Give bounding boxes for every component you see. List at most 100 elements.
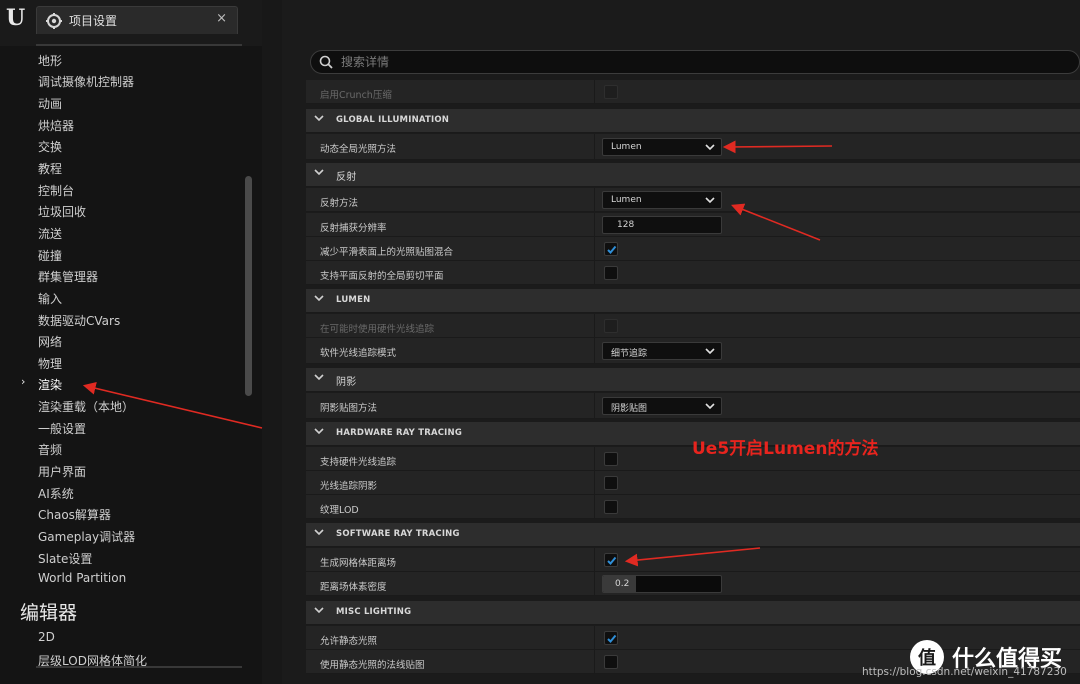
generate-mesh-distance-fields-checkbox[interactable] <box>604 553 618 567</box>
sidebar-divider <box>36 666 242 668</box>
reduce-lightmap-mixing-checkbox[interactable] <box>604 242 618 256</box>
sidebar-item-terrain[interactable]: 地形 <box>38 52 62 72</box>
sidebar-item-input[interactable]: 输入 <box>38 290 62 310</box>
category-title: HARDWARE RAY TRACING <box>336 428 463 438</box>
category-shadows[interactable]: 阴影 <box>306 368 1080 392</box>
dynamic-gi-method-dropdown[interactable]: Lumen <box>602 138 722 156</box>
column-divider <box>594 447 595 470</box>
row-generate-mesh-distance-fields: 生成网格体距离场 <box>306 548 1080 572</box>
sidebar-item-swap[interactable]: 交换 <box>38 138 62 158</box>
sidebar-item-world-partition[interactable]: World Partition <box>38 571 126 591</box>
column-divider <box>594 548 595 571</box>
row-planar-reflection-clip: 支持平面反射的全局剪切平面 <box>306 261 1080 285</box>
column-divider <box>594 471 595 494</box>
tab-title: 项目设置 <box>69 14 118 28</box>
crunch-compression-checkbox[interactable] <box>604 85 618 99</box>
category-global-illumination[interactable]: GLOBAL ILLUMINATION <box>306 109 1080 133</box>
chevron-down-icon <box>705 348 715 355</box>
property-label: 反射方法 <box>320 198 359 209</box>
sidebar-item-tutorial[interactable]: 教程 <box>38 160 62 180</box>
category-software-ray-tracing[interactable]: SOFTWARE RAY TRACING <box>306 523 1080 547</box>
reflection-method-dropdown[interactable]: Lumen <box>602 191 722 209</box>
settings-tab-icon <box>46 12 62 29</box>
dropdown-value: Lumen <box>611 195 642 205</box>
column-divider <box>594 338 595 363</box>
sidebar-item-crowd-manager[interactable]: 群集管理器 <box>38 268 98 288</box>
close-icon[interactable]: × <box>216 11 227 26</box>
property-label: 阴影贴图方法 <box>320 403 378 414</box>
row-ray-traced-shadows: 光线追踪阴影 <box>306 471 1080 495</box>
chevron-down-icon <box>705 144 715 151</box>
distance-field-voxel-density-slider[interactable]: 0.2 <box>602 575 722 593</box>
property-label: 软件光线追踪模式 <box>320 348 397 359</box>
column-divider <box>594 237 595 260</box>
texture-lod-checkbox[interactable] <box>604 500 618 514</box>
checkmark-icon <box>607 634 617 643</box>
row-shadow-map-method: 阴影贴图方法 阴影贴图 <box>306 393 1080 419</box>
details-panel: 启用Crunch压缩 GLOBAL ILLUMINATION 动态全局光照方法 … <box>282 0 1080 684</box>
sidebar-item-hlod[interactable]: 层级LOD网格体简化 <box>38 652 147 672</box>
search-input[interactable] <box>341 55 1041 69</box>
sidebar-item-animation[interactable]: 动画 <box>38 95 62 115</box>
category-title: LUMEN <box>336 295 371 305</box>
sidebar-item-garbage-collection[interactable]: 垃圾回收 <box>38 203 86 223</box>
category-reflection[interactable]: 反射 <box>306 163 1080 187</box>
column-divider <box>594 650 595 673</box>
sidebar-item-data-cvars[interactable]: 数据驱动CVars <box>38 312 120 332</box>
column-divider <box>594 572 595 595</box>
category-title: MISC LIGHTING <box>336 607 412 617</box>
planar-reflection-clip-checkbox[interactable] <box>604 266 618 280</box>
dropdown-value: 细节追踪 <box>611 349 648 359</box>
sidebar-item-gameplay-debugger[interactable]: Gameplay调试器 <box>38 528 135 548</box>
property-label: 使用静态光照的法线贴图 <box>320 660 425 671</box>
chevron-down-icon <box>314 428 324 435</box>
sidebar-item-audio[interactable]: 音频 <box>38 441 62 461</box>
sidebar-item-console[interactable]: 控制台 <box>38 182 74 202</box>
column-divider <box>594 626 595 649</box>
use-hw-ray-tracing-checkbox[interactable] <box>604 319 618 333</box>
sidebar-item-network[interactable]: 网络 <box>38 333 62 353</box>
sw-ray-tracing-mode-dropdown[interactable]: 细节追踪 <box>602 342 722 360</box>
row-reduce-lightmap-mixing: 减少平滑表面上的光照贴图混合 <box>306 237 1080 261</box>
sidebar-scrollbar[interactable] <box>245 176 252 396</box>
category-title: GLOBAL ILLUMINATION <box>336 115 450 125</box>
category-misc-lighting[interactable]: MISC LIGHTING <box>306 601 1080 625</box>
chevron-down-icon <box>314 529 324 536</box>
sidebar-item-ui[interactable]: 用户界面 <box>38 463 86 483</box>
column-divider <box>594 80 595 103</box>
sidebar-item-debug-camera[interactable]: 调试摄像机控制器 <box>38 73 134 93</box>
property-label: 允许静态光照 <box>320 636 378 647</box>
ray-traced-shadows-checkbox[interactable] <box>604 476 618 490</box>
sidebar-item-rendering[interactable]: 渲染 <box>38 376 62 396</box>
sidebar-item-general[interactable]: 一般设置 <box>38 420 86 440</box>
column-divider <box>594 393 595 418</box>
watermark-url: https://blog.csdn.net/weixin_41787230 <box>862 666 1067 678</box>
support-hw-ray-tracing-checkbox[interactable] <box>604 452 618 466</box>
sidebar-item-cooker[interactable]: 烘焙器 <box>38 117 74 137</box>
property-label: 在可能时使用硬件光线追踪 <box>320 324 435 335</box>
category-title: SOFTWARE RAY TRACING <box>336 529 460 539</box>
chevron-down-icon <box>314 115 324 122</box>
property-label: 支持平面反射的全局剪切平面 <box>320 271 444 282</box>
sidebar-item-collision[interactable]: 碰撞 <box>38 247 62 267</box>
details-list: 启用Crunch压缩 GLOBAL ILLUMINATION 动态全局光照方法 … <box>306 80 1080 684</box>
sidebar-item-physics[interactable]: 物理 <box>38 355 62 375</box>
allow-static-lighting-checkbox[interactable] <box>604 631 618 645</box>
row-use-hw-ray-tracing: 在可能时使用硬件光线追踪 <box>306 314 1080 338</box>
sidebar-item-rendering-override[interactable]: 渲染重载（本地） <box>38 398 134 418</box>
sidebar-item-2d[interactable]: 2D <box>38 630 55 650</box>
reflection-capture-resolution-input[interactable]: 128 <box>602 216 722 234</box>
sidebar-item-chaos-solver[interactable]: Chaos解算器 <box>38 506 111 526</box>
shadow-map-method-dropdown[interactable]: 阴影贴图 <box>602 397 722 415</box>
category-lumen[interactable]: LUMEN <box>306 289 1080 313</box>
sidebar-item-slate-settings[interactable]: Slate设置 <box>38 550 92 570</box>
sidebar-item-streaming[interactable]: 流送 <box>38 225 62 245</box>
search-bar[interactable] <box>310 50 1080 74</box>
sidebar-item-ai-system[interactable]: AI系统 <box>38 485 74 505</box>
row-reflection-capture-resolution: 反射捕获分辨率 128 <box>306 213 1080 237</box>
chevron-down-icon <box>705 403 715 410</box>
slider-value: 0.2 <box>615 579 630 589</box>
project-settings-tab[interactable]: 项目设置 × <box>36 6 238 34</box>
unreal-logo-icon: U <box>6 5 26 31</box>
static-lighting-normal-maps-checkbox[interactable] <box>604 655 618 669</box>
